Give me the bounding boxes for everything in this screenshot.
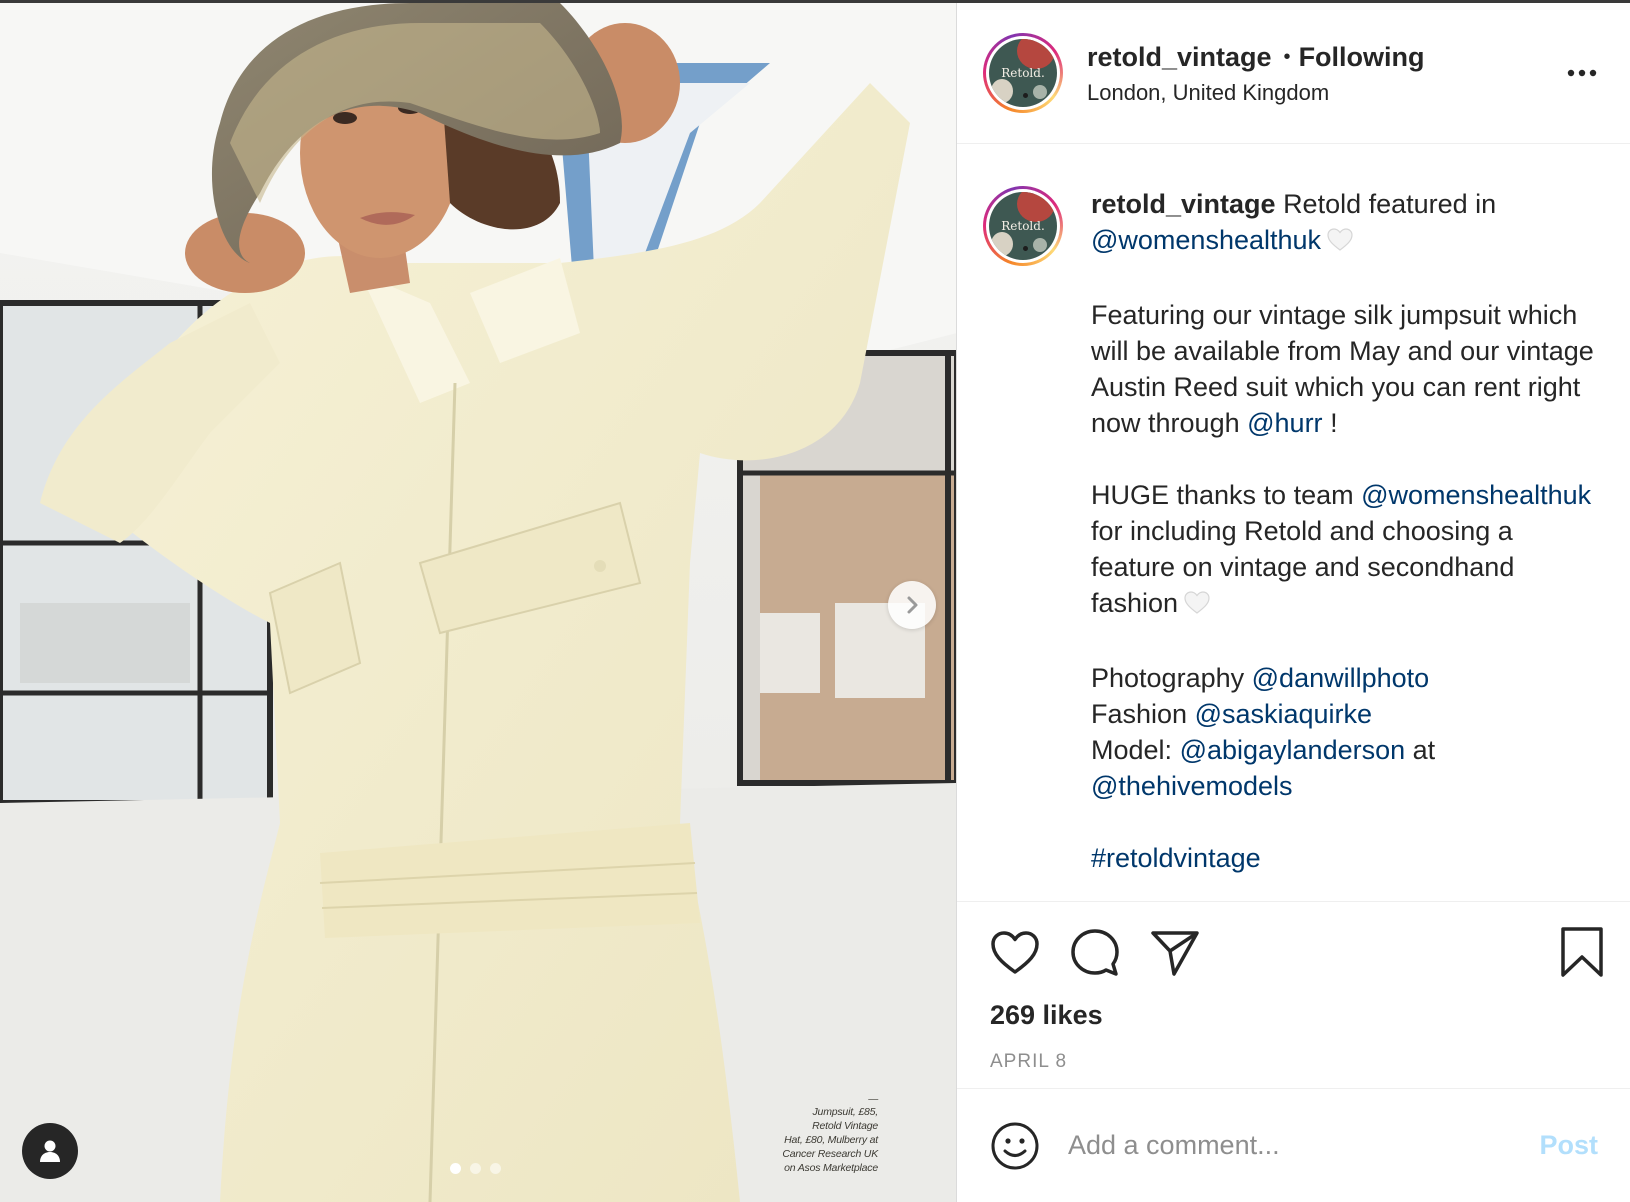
header-avatar[interactable]: Retold.: [983, 33, 1063, 113]
post-date[interactable]: APRIL 8: [990, 1051, 1604, 1073]
send-icon: [1151, 931, 1199, 976]
tagged-users-button[interactable]: [22, 1123, 78, 1179]
credits-rule: —: [868, 1094, 878, 1105]
white-heart-icon: [1184, 588, 1210, 624]
header-separator: •: [1283, 46, 1291, 68]
heart-icon: [991, 931, 1039, 974]
header-username[interactable]: retold_vintage: [1087, 40, 1272, 74]
following-button[interactable]: Following: [1299, 40, 1425, 74]
mention-link[interactable]: @thehivemodels: [1091, 771, 1293, 801]
instagram-post: — Jumpsuit, £85, Retold Vintage Hat, £80…: [0, 0, 1630, 1202]
more-options-button[interactable]: [1562, 58, 1602, 88]
caption-para3-start: HUGE thanks to team: [1091, 480, 1354, 510]
more-icon: [1567, 69, 1597, 77]
carousel-dot-active: [450, 1163, 461, 1174]
like-button[interactable]: [990, 926, 1044, 980]
user-icon: [40, 1140, 60, 1162]
fashion-label: Fashion: [1091, 699, 1188, 729]
photo-scene: [0, 3, 956, 1202]
mention-link[interactable]: @hurr: [1247, 408, 1322, 438]
carousel-indicator: [450, 1163, 501, 1174]
post-location[interactable]: London, United Kingdom: [1087, 80, 1562, 106]
caption-avatar[interactable]: Retold.: [983, 186, 1063, 266]
avatar-logo-text: Retold.: [1001, 66, 1045, 80]
post-header: Retold. retold_vintage • Following Londo…: [957, 3, 1630, 144]
comment-input[interactable]: [1066, 1129, 1540, 1162]
carousel-dot: [490, 1163, 501, 1174]
smiley-icon: [991, 1122, 1039, 1169]
post-side-panel: Retold. retold_vintage • Following Londo…: [957, 3, 1630, 1202]
model-label: Model:: [1091, 735, 1173, 765]
post-photo[interactable]: — Jumpsuit, £85, Retold Vintage Hat, £80…: [0, 3, 957, 1202]
caption-line1: Retold featured in: [1283, 189, 1497, 219]
comment-icon: [1071, 929, 1119, 976]
bookmark-icon: [1561, 927, 1603, 977]
caption-para3-end: for including Retold and choosing a feat…: [1091, 516, 1515, 618]
mention-link[interactable]: @womenshealthuk: [1091, 225, 1321, 255]
mention-link[interactable]: @saskiaquirke: [1195, 699, 1372, 729]
header-text: retold_vintage • Following London, Unite…: [1087, 40, 1562, 106]
caption-text: retold_vintage Retold featured in @women…: [1091, 186, 1600, 901]
save-button[interactable]: [1560, 926, 1604, 983]
caption-area: Retold. retold_vintage Retold featured i…: [957, 144, 1630, 902]
photo-credits: — Jumpsuit, £85, Retold Vintage Hat, £80…: [738, 1095, 878, 1175]
hashtag-link[interactable]: #retoldvintage: [1091, 843, 1261, 873]
white-heart-icon: [1327, 225, 1353, 261]
likes-count[interactable]: 269 likes: [990, 1000, 1604, 1031]
model-at: at: [1412, 735, 1436, 765]
caption-para2-end: !: [1330, 408, 1338, 438]
caption-para2: Featuring our vintage silk jumpsuit whic…: [1091, 300, 1594, 438]
share-button[interactable]: [1150, 926, 1204, 980]
mention-link[interactable]: @womenshealthuk: [1361, 480, 1591, 510]
carousel-next-button[interactable]: [888, 581, 936, 629]
comment-bar: Post: [957, 1089, 1630, 1202]
caption-username[interactable]: retold_vintage: [1091, 189, 1276, 219]
carousel-dot: [470, 1163, 481, 1174]
credits-line: Hat, £80, Mulberry at: [784, 1134, 878, 1146]
photography-label: Photography: [1091, 663, 1245, 693]
mention-link[interactable]: @abigaylanderson: [1180, 735, 1406, 765]
post-actions: 269 likes APRIL 8: [957, 902, 1630, 1089]
mention-link[interactable]: @danwillphoto: [1252, 663, 1430, 693]
emoji-button[interactable]: [990, 1121, 1040, 1171]
comment-button[interactable]: [1070, 926, 1124, 980]
credits-line: Retold Vintage: [812, 1120, 878, 1132]
avatar-logo-text: Retold.: [1001, 219, 1045, 233]
chevron-right-icon: [907, 596, 918, 614]
credits-line: on Asos Marketplace: [784, 1162, 878, 1174]
credits-line: Jumpsuit, £85,: [812, 1106, 879, 1118]
credits-line: Cancer Research UK: [782, 1148, 878, 1160]
post-comment-button[interactable]: Post: [1539, 1130, 1598, 1161]
